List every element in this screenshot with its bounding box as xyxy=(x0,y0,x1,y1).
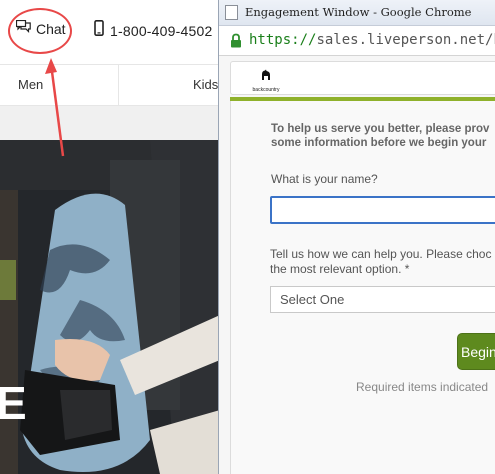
address-bar[interactable]: https://sales.liveperson.net/hc xyxy=(219,26,495,56)
required-note: Required items indicated xyxy=(356,380,489,394)
url-text: https://sales.liveperson.net/hc xyxy=(249,32,495,48)
goat-logo-icon xyxy=(260,68,272,85)
page-icon xyxy=(225,5,238,20)
intro-line-2: some information before we begin your xyxy=(271,137,487,149)
url-scheme: https:// xyxy=(249,32,317,48)
help-line-2: the most relevant option. * xyxy=(270,262,410,276)
lock-icon xyxy=(230,33,242,53)
window-title: Engagement Window - Google Chrome xyxy=(245,5,472,19)
engagement-window: Engagement Window - Google Chrome https:… xyxy=(218,0,495,474)
intro-text: To help us serve you better, please prov… xyxy=(271,122,495,150)
help-question: Tell us how we can help you. Please choc… xyxy=(270,247,491,277)
brand-logo: backcountry xyxy=(246,68,286,93)
snowboard-photo xyxy=(0,140,220,474)
brand-bar: backcountry xyxy=(219,56,495,101)
nav-divider xyxy=(118,65,119,105)
nav-item-kids[interactable]: Kids xyxy=(193,65,218,105)
intro-line-1: To help us serve you better, please prov xyxy=(271,123,490,135)
name-input[interactable] xyxy=(270,196,495,224)
topic-select[interactable]: Select One xyxy=(270,286,495,313)
phone-number[interactable]: 1-800-409-4502 xyxy=(94,20,212,41)
begin-button[interactable]: Begin xyxy=(457,333,495,370)
nav-item-men[interactable]: Men xyxy=(18,65,43,105)
brand-card: backcountry xyxy=(230,61,495,95)
url-host: sales.liveperson.net/hc xyxy=(316,32,495,48)
mobile-phone-icon xyxy=(94,20,104,41)
phone-number-text: 1-800-409-4502 xyxy=(110,22,213,39)
window-titlebar[interactable]: Engagement Window - Google Chrome xyxy=(219,0,495,26)
hero-image: E xyxy=(0,140,220,474)
name-question: What is your name? xyxy=(271,172,378,186)
help-line-1: Tell us how we can help you. Please choc xyxy=(270,247,492,261)
annotation-ellipse xyxy=(8,8,72,54)
brand-name: backcountry xyxy=(252,87,280,93)
hero-headline: E xyxy=(0,377,27,429)
